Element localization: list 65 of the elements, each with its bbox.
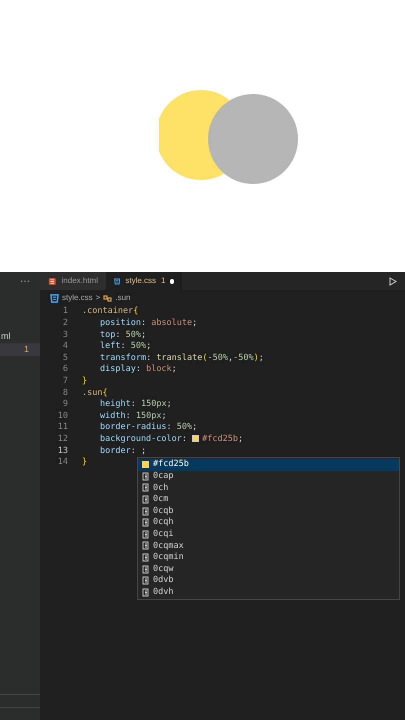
unit-icon: [142, 588, 149, 597]
unit-icon: [142, 483, 149, 492]
suggestion-item[interactable]: 0cqmin: [138, 552, 399, 564]
code-line: }: [82, 374, 88, 388]
line-number: 7: [62, 374, 68, 388]
line-number: 8: [62, 386, 68, 400]
more-actions[interactable]: ···: [20, 274, 30, 288]
breadcrumb-file[interactable]: style.css: [62, 292, 93, 304]
line-number: 12: [56, 432, 68, 446]
suggestion-item[interactable]: 0cm: [138, 494, 399, 506]
code-line: .sun{: [82, 386, 108, 400]
unit-icon: [142, 541, 149, 550]
sidebar-item[interactable]: 1: [0, 343, 40, 356]
code-line: display: block;: [100, 363, 177, 376]
code-line: border-radius: 50%;: [100, 421, 198, 434]
css-file-icon: [50, 294, 59, 302]
suggestion-item[interactable]: 0cqmax: [138, 540, 399, 552]
line-number: 2: [62, 317, 68, 330]
code-line: }: [82, 456, 88, 469]
color-swatch[interactable]: [192, 435, 200, 442]
code-line: .container{: [82, 305, 138, 318]
suggestion-item[interactable]: 0cqi: [138, 528, 399, 540]
selector-icon: [103, 294, 112, 302]
code-line: position: absolute;: [100, 317, 198, 330]
line-number: 13: [56, 444, 68, 458]
suggestion-item[interactable]: #fcd25b: [138, 459, 399, 471]
line-number: 9: [62, 398, 68, 411]
suggestion-item[interactable]: 0cap: [138, 470, 399, 482]
unit-icon: [142, 472, 149, 481]
code-line: top: 50%;: [100, 328, 146, 342]
unit-icon: [142, 518, 149, 528]
breadcrumb-separator: >: [96, 292, 100, 304]
breadcrumb-symbol[interactable]: .sun: [115, 292, 130, 304]
line-number: 3: [62, 328, 68, 342]
suggestion-item[interactable]: 0cqh: [138, 516, 399, 529]
unit-icon: [142, 553, 149, 562]
editor-tab[interactable]: index.html: [40, 272, 106, 290]
suggestion-item[interactable]: 0dvh: [138, 586, 399, 598]
line-number: 14: [56, 456, 68, 469]
html-file-icon: [48, 276, 57, 286]
code-line: border: ;: [100, 444, 146, 458]
line-number: 11: [56, 421, 68, 434]
suggestion-item[interactable]: 0dvb: [138, 574, 399, 587]
line-number: 5: [62, 352, 68, 364]
code-line: background-color: #fcd25b;: [100, 432, 244, 446]
run-icon[interactable]: [389, 276, 397, 286]
line-number: 6: [62, 363, 68, 376]
suggestion-item[interactable]: 0ch: [138, 482, 399, 494]
code-line: height: 150px;: [100, 398, 172, 411]
editor-tab[interactable]: style.css 1: [106, 272, 182, 290]
unit-icon: [142, 495, 149, 504]
code-line: transform: translate(-50%,-50%);: [100, 352, 264, 364]
code-line: left: 50%;: [100, 340, 152, 353]
line-number: 4: [62, 340, 68, 353]
suggestion-item[interactable]: 0cqb: [138, 505, 399, 517]
sidebar-item[interactable]: ml: [0, 330, 40, 343]
line-number: 10: [56, 410, 68, 422]
css-file-icon: [114, 276, 120, 286]
line-number: 1: [62, 305, 68, 318]
suggestion-item[interactable]: 0cqw: [138, 563, 399, 575]
code-line: width: 150px;: [100, 410, 167, 422]
unit-icon: [142, 564, 149, 574]
unit-icon: [142, 576, 149, 586]
unit-icon: [142, 506, 149, 516]
unit-icon: [142, 530, 149, 539]
